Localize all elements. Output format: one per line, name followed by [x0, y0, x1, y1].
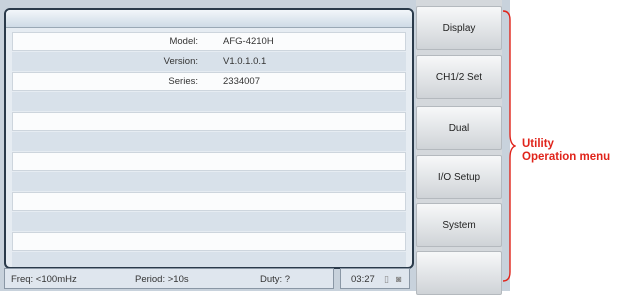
empty-row: [12, 132, 406, 151]
lock-icon: ◙: [396, 274, 402, 284]
status-bar: Freq: <100mHz Period: >10s Duty: ?: [4, 268, 334, 289]
series-label: Series:: [168, 76, 198, 87]
annotation-line-2: Operation menu: [522, 151, 611, 163]
annotation-bracket: [502, 10, 516, 282]
series-value: 2334007: [223, 76, 260, 87]
system-info-panel: Model: AFG-4210H Version: V1.0.1.0.1 Ser…: [4, 8, 414, 269]
version-label: Version:: [163, 56, 198, 67]
version-value: V1.0.1.0.1: [223, 56, 267, 67]
empty-row: [12, 232, 406, 251]
io-setup-softkey[interactable]: I/O Setup: [416, 155, 502, 199]
freq-readout: Freq: <100mHz: [11, 274, 77, 285]
empty-row: [12, 112, 406, 131]
empty-row: [12, 172, 406, 191]
duty-readout: Duty: ?: [260, 274, 291, 285]
period-readout: Period: >10s: [135, 274, 189, 285]
clock-time: 03:27: [351, 274, 375, 285]
softkey-column: Display CH1/2 Set Dual I/O Setup System: [416, 0, 502, 295]
model-value: AFG-4210H: [223, 36, 274, 47]
empty-row: [12, 152, 406, 171]
clock-panel: 03:27 ▯ ◙: [340, 268, 410, 289]
info-row-series: Series: 2334007: [12, 72, 406, 91]
dual-softkey[interactable]: Dual: [416, 106, 502, 150]
empty-row: [12, 92, 406, 111]
blank-softkey[interactable]: [416, 251, 502, 295]
info-row-model: Model: AFG-4210H: [12, 32, 406, 51]
usb-icon: ▯: [384, 274, 389, 284]
info-row-version: Version: V1.0.1.0.1: [12, 52, 406, 71]
annotation-line-1: Utility: [522, 138, 554, 150]
empty-row: [12, 192, 406, 211]
model-label: Model:: [169, 36, 198, 47]
panel-header: [6, 10, 412, 28]
ch12-set-softkey[interactable]: CH1/2 Set: [416, 55, 502, 99]
info-rows: Model: AFG-4210H Version: V1.0.1.0.1 Ser…: [12, 32, 406, 267]
empty-row: [12, 252, 406, 267]
empty-row: [12, 212, 406, 231]
display-softkey[interactable]: Display: [416, 6, 502, 50]
annotation-label: Utility Operation menu: [522, 138, 610, 164]
system-softkey[interactable]: System: [416, 203, 502, 247]
